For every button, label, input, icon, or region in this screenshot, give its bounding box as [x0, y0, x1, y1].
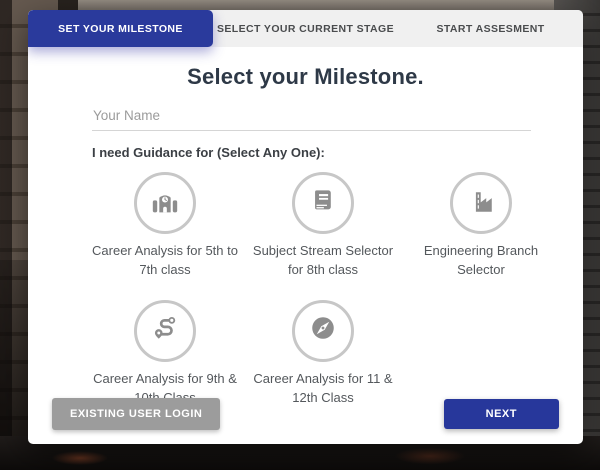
existing-user-login-button[interactable]: EXISTING USER LOGIN [52, 398, 220, 430]
option-career-analysis-11-12th[interactable]: Career Analysis for 11 & 12th Class [244, 300, 402, 408]
guidance-label: I need Guidance for (Select Any One): [92, 145, 531, 160]
next-button[interactable]: NEXT [444, 399, 559, 429]
page-title: Select your Milestone. [28, 64, 583, 90]
footer-actions: EXISTING USER LOGIN NEXT [28, 398, 583, 430]
option-subject-stream-selector-8th[interactable]: Subject Stream Selector for 8th class [244, 172, 402, 280]
option-label: Subject Stream Selector for 8th class [244, 242, 402, 280]
factory-icon [464, 184, 498, 223]
option-circle[interactable] [292, 172, 354, 234]
tab-start-assesment[interactable]: START ASSESMENT [398, 10, 583, 47]
wizard-tabbar: SET YOUR MILESTONE SELECT YOUR CURRENT S… [28, 10, 583, 47]
option-circle[interactable] [292, 300, 354, 362]
compass-icon [306, 311, 340, 350]
option-career-analysis-5th-7th[interactable]: Career Analysis for 5th to 7th class [86, 172, 244, 280]
option-career-analysis-9th-10th[interactable]: Career Analysis for 9th & 10th Class [86, 300, 244, 408]
form-area: I need Guidance for (Select Any One): [92, 104, 531, 160]
option-engineering-branch-selector[interactable]: Engineering Branch Selector [402, 172, 560, 280]
milestone-dialog: SET YOUR MILESTONE SELECT YOUR CURRENT S… [28, 10, 583, 444]
your-name-input[interactable] [92, 104, 531, 131]
option-circle[interactable] [134, 300, 196, 362]
option-label: Engineering Branch Selector [402, 242, 560, 280]
option-circle[interactable] [450, 172, 512, 234]
option-circle[interactable] [134, 172, 196, 234]
tab-set-your-milestone[interactable]: SET YOUR MILESTONE [28, 10, 213, 47]
route-icon [148, 311, 182, 350]
tab-select-your-current-stage[interactable]: SELECT YOUR CURRENT STAGE [213, 10, 398, 47]
milestone-options: Career Analysis for 5th to 7th class Sub… [86, 172, 525, 407]
school-building-icon [148, 184, 182, 223]
option-label: Career Analysis for 5th to 7th class [86, 242, 244, 280]
book-icon [306, 184, 340, 223]
